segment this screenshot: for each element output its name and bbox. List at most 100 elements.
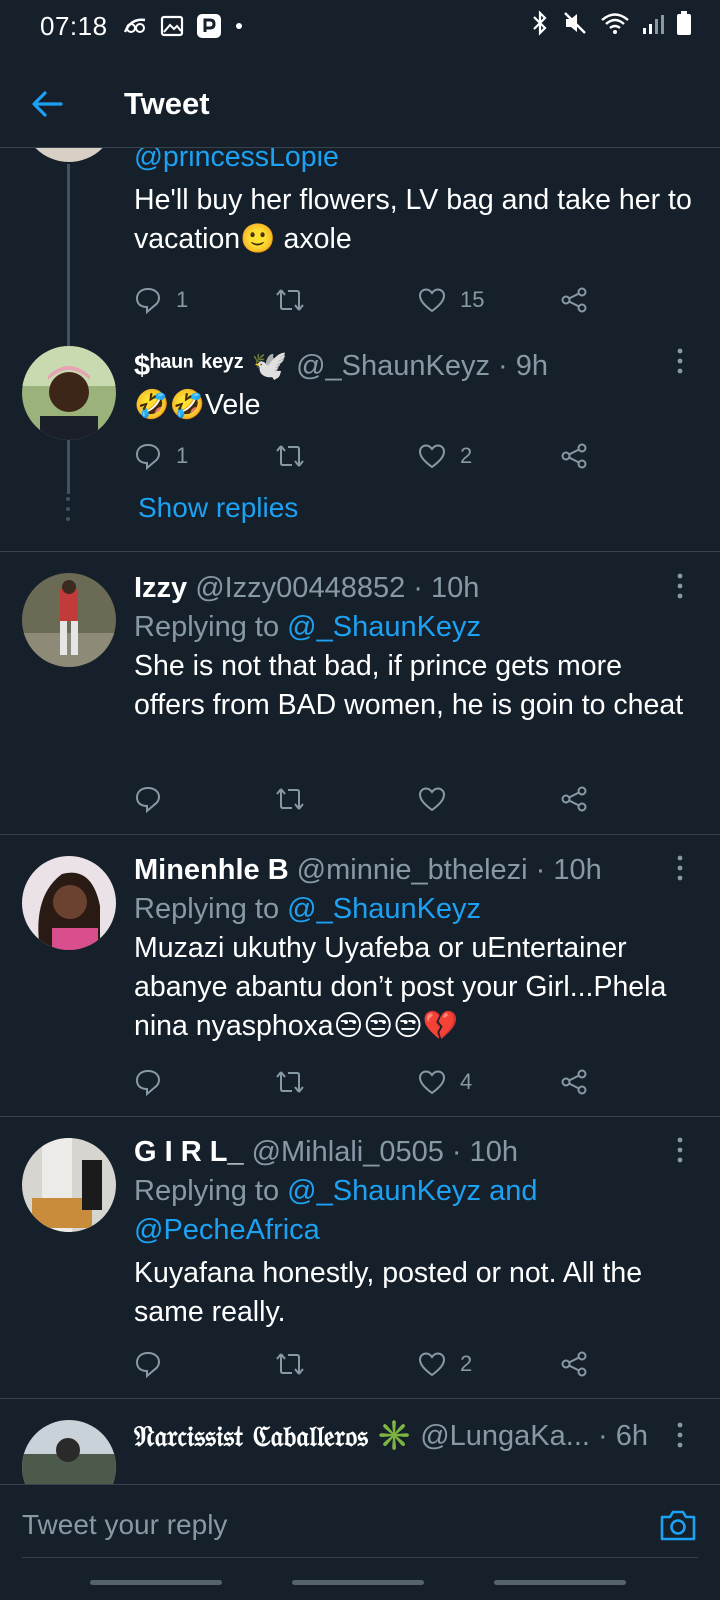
show-replies-link[interactable]: Show replies — [138, 492, 298, 524]
like-button[interactable]: 2 — [418, 436, 472, 476]
back-button[interactable] — [0, 60, 100, 148]
tweet-text: Muzazi ukuthy Uyafeba or uEntertainer ab… — [134, 932, 667, 1042]
like-button[interactable]: 2 — [418, 1344, 472, 1384]
reply-button[interactable]: 1 — [134, 280, 188, 320]
more-options-icon[interactable] — [668, 853, 692, 883]
retweet-button[interactable] — [274, 1344, 306, 1384]
heart-icon — [418, 288, 446, 313]
app-bar: Tweet — [0, 60, 720, 148]
thread-line — [67, 164, 70, 346]
replying-to: Replying to @_ShaunKeyz — [134, 890, 690, 929]
nav-back-handle[interactable] — [494, 1580, 626, 1585]
reply-button[interactable] — [134, 1062, 176, 1102]
avatar[interactable] — [22, 1138, 116, 1232]
thread-line — [67, 440, 70, 494]
reply-button[interactable]: 1 — [134, 436, 188, 476]
replying-to: Replying to @_ShaunKeyz — [134, 608, 690, 647]
retweet-icon — [276, 1353, 304, 1375]
user-handle-time: @Izzy00448852 · 10h — [195, 571, 480, 604]
tweet-shaunkeyz[interactable]: $ʰᵃᵘⁿ ᵏᵉʸᶻ 🕊️ @_ShaunKeyz · 9h 🤣🤣Vele 1 … — [0, 344, 720, 552]
reply-count: 1 — [176, 287, 189, 312]
like-button[interactable]: 4 — [418, 1062, 472, 1102]
share-icon — [561, 1351, 587, 1377]
tweet-minenhle[interactable]: Minenhle B @minnie_bthelezi · 10h Replyi… — [0, 850, 720, 1120]
replying-mention[interactable]: @_ShaunKeyz — [287, 893, 481, 925]
reply-bar: Tweet your reply — [0, 1484, 720, 1564]
reply-button[interactable] — [134, 779, 176, 819]
nav-recents-handle[interactable] — [90, 1580, 222, 1585]
retweet-button[interactable] — [274, 779, 306, 819]
more-options-icon[interactable] — [668, 346, 692, 376]
user-handle-time: @Mihlali_0505 · 10h — [251, 1135, 519, 1168]
retweet-icon — [276, 1071, 304, 1093]
status-time: 07:18 — [40, 10, 108, 41]
signal-icon — [642, 11, 664, 42]
retweet-icon — [276, 788, 304, 810]
heart-icon — [418, 444, 446, 469]
reply-count: 1 — [176, 443, 189, 468]
mute-icon — [562, 10, 588, 43]
back-arrow-icon — [32, 90, 63, 117]
avatar[interactable] — [22, 856, 116, 950]
reply-icon — [135, 1069, 161, 1096]
page-title: Tweet — [124, 85, 210, 121]
user-name[interactable]: Minenhle B — [134, 854, 289, 887]
battery-icon — [676, 10, 692, 43]
user-name[interactable]: G I R L_ — [134, 1136, 244, 1169]
share-button[interactable] — [560, 436, 588, 476]
replying-to: Replying to @_ShaunKeyz and @PecheAfrica — [134, 1172, 690, 1250]
like-count: 2 — [460, 1351, 473, 1376]
replying-mention[interactable]: @_ShaunKeyz — [287, 611, 481, 643]
retweet-button[interactable] — [274, 1062, 306, 1102]
retweet-icon — [276, 289, 304, 311]
tweet-princesslopie[interactable]: @princessLopie He'll buy her flowers, LV… — [0, 148, 720, 346]
share-button[interactable] — [560, 1062, 588, 1102]
heart-icon — [418, 787, 446, 812]
dot-icon — [234, 21, 244, 31]
like-count: 2 — [460, 443, 473, 468]
tweet-izzy[interactable]: Izzy @Izzy00448852 · 10h Replying to @_S… — [0, 568, 720, 828]
like-button[interactable] — [418, 779, 460, 819]
user-name[interactable]: Izzy — [134, 572, 187, 605]
retweet-icon — [276, 445, 304, 467]
user-handle-time: ✳️ @LungaKa... · 6h — [376, 1420, 648, 1452]
divider — [0, 834, 720, 835]
system-nav-bar — [0, 1564, 720, 1600]
retweet-button[interactable] — [274, 436, 306, 476]
user-name[interactable]: 𝔑𝔞𝔯𝔠𝔦𝔰𝔰𝔦𝔰𝔱 ℭ𝔞𝔟𝔞𝔩𝔩𝔢𝔯𝔬𝔰 — [134, 1419, 368, 1454]
share-icon — [561, 786, 587, 812]
camera-icon — [660, 1510, 696, 1540]
tweet-girl[interactable]: G I R L_ @Mihlali_0505 · 10h Replying to… — [0, 1132, 720, 1402]
avatar[interactable] — [22, 346, 116, 440]
retweet-button[interactable] — [274, 280, 306, 320]
share-button[interactable] — [560, 280, 588, 320]
more-options-icon[interactable] — [668, 1135, 692, 1165]
nav-home-handle[interactable] — [292, 1580, 424, 1585]
avatar[interactable] — [22, 148, 116, 162]
more-options-icon[interactable] — [668, 571, 692, 601]
reply-button[interactable] — [134, 1344, 176, 1384]
user-handle-time: 🕊️ @_ShaunKeyz · 9h — [251, 350, 548, 382]
reply-input[interactable]: Tweet your reply — [22, 1509, 658, 1541]
more-options-icon[interactable] — [668, 1420, 692, 1450]
user-name[interactable]: $ʰᵃᵘⁿ ᵏᵉʸᶻ — [134, 350, 244, 383]
gallery-icon — [160, 15, 184, 37]
mention-link[interactable]: @princessLopie — [134, 148, 690, 177]
tweet-text: 🤣🤣Vele — [134, 389, 261, 421]
replying-prefix: Replying to — [134, 893, 280, 925]
divider — [0, 551, 720, 552]
avatar[interactable] — [22, 573, 116, 667]
share-button[interactable] — [560, 1344, 588, 1384]
reply-feed[interactable]: @princessLopie He'll buy her flowers, LV… — [0, 148, 720, 1484]
replying-prefix: Replying to — [134, 611, 280, 643]
like-button[interactable]: 15 — [418, 280, 484, 320]
heart-icon — [418, 1352, 446, 1377]
tweet-text: Kuyafana honestly, posted or not. All th… — [134, 1257, 643, 1328]
divider — [0, 1398, 720, 1399]
avatar[interactable] — [22, 1420, 116, 1484]
tweet-lungaka[interactable]: 𝔑𝔞𝔯𝔠𝔦𝔰𝔰𝔦𝔰𝔱 ℭ𝔞𝔟𝔞𝔩𝔩𝔢𝔯𝔬𝔰 ✳️ @LungaKa... · 6… — [0, 1414, 720, 1484]
bluetooth-icon — [530, 9, 550, 43]
reply-input-underline — [22, 1557, 698, 1558]
share-button[interactable] — [560, 779, 588, 819]
camera-button[interactable] — [658, 1505, 698, 1545]
